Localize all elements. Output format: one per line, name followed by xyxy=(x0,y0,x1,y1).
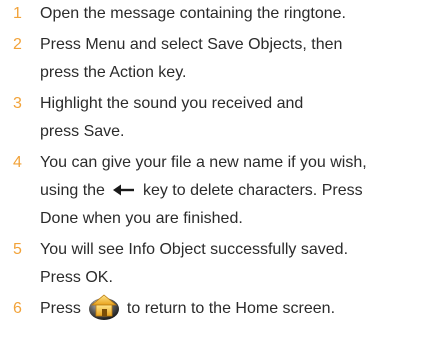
instruction-steps: 1 Open the message containing the ringto… xyxy=(0,0,441,326)
step-text: Press xyxy=(40,300,81,317)
step-text: Done when you are finished. xyxy=(40,210,243,227)
step-text: You will see Info Object successfully sa… xyxy=(40,241,349,258)
step-number: 3 xyxy=(13,95,22,112)
left-arrow-icon xyxy=(112,184,134,196)
step-5: 5 You will see Info Object successfully … xyxy=(0,236,441,292)
step-text: Open the message containing the ringtone… xyxy=(40,5,346,22)
step-6: 6 Press to return to the Home screen. xyxy=(0,294,441,323)
step-1: 1 Open the message containing the ringto… xyxy=(0,0,441,28)
step-text: key to delete characters. Press xyxy=(142,182,363,199)
step-number: 6 xyxy=(13,300,22,317)
step-text: to return to the Home screen. xyxy=(126,300,336,317)
step-text: Highlight the sound you received and xyxy=(40,95,304,112)
step-4: 4 You can give your file a new name if y… xyxy=(0,149,441,233)
step-text: using the xyxy=(40,182,105,199)
step-number: 4 xyxy=(13,154,22,171)
step-text: press Save. xyxy=(40,123,125,140)
step-text-with-icon: Press to return to the Home screen. xyxy=(40,294,441,323)
step-text: Press OK. xyxy=(40,269,113,286)
step-number: 2 xyxy=(13,36,22,53)
step-text: You can give your file a new name if you… xyxy=(40,154,367,171)
step-text: Press Menu and select Save Objects, then xyxy=(40,36,343,53)
step-number: 5 xyxy=(13,241,22,258)
step-2: 2 Press Menu and select Save Objects, th… xyxy=(0,31,441,87)
step-text-with-icon: using the key to delete characters. Press xyxy=(40,177,441,205)
step-number: 1 xyxy=(13,5,22,22)
step-3: 3 Highlight the sound you received and p… xyxy=(0,90,441,146)
step-text: press the Action key. xyxy=(40,64,187,81)
home-key-icon xyxy=(88,294,119,320)
